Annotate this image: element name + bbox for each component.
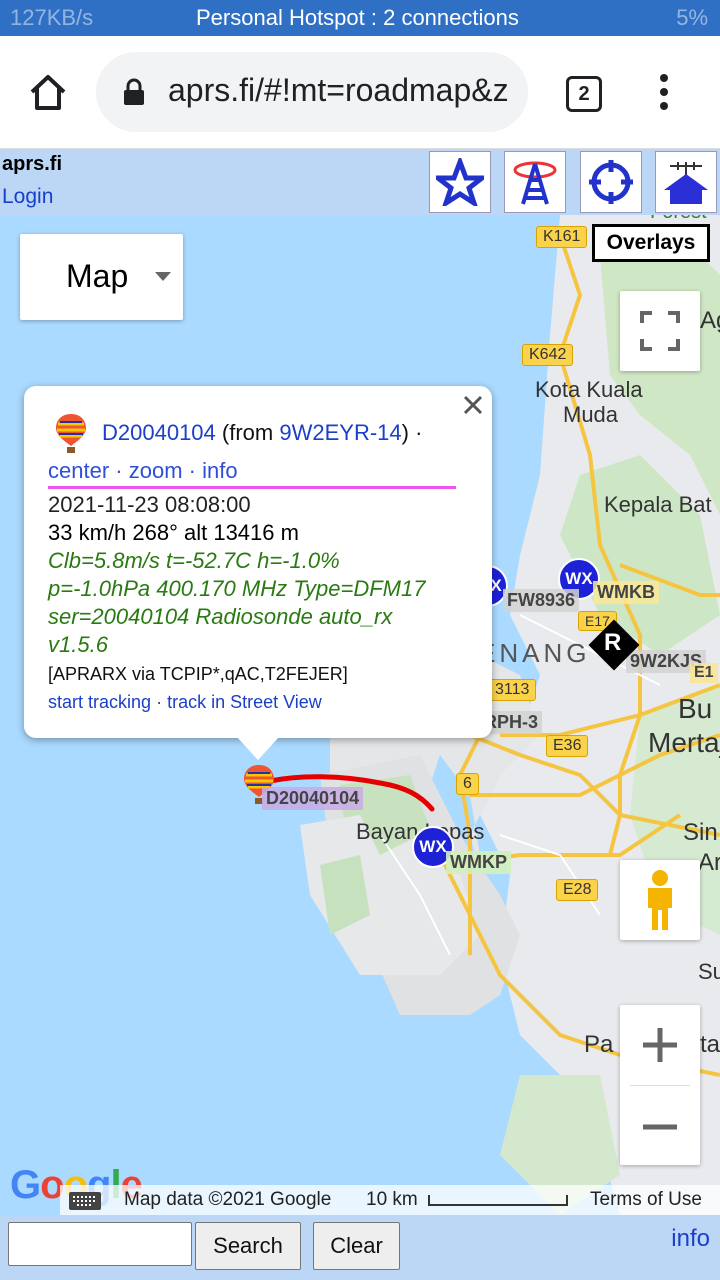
map-type-label: Map <box>66 258 129 294</box>
terms-link[interactable]: Terms of Use <box>590 1189 702 1211</box>
site-header: aprs.fi Login <box>0 149 720 215</box>
login-link[interactable]: Login <box>2 185 53 209</box>
station-info-popup: D20040104 (from 9W2EYR-14) · center · zo… <box>24 386 492 760</box>
street-view-link[interactable]: track in Street View <box>167 692 322 712</box>
favorites-button[interactable] <box>430 152 490 212</box>
place-label: Su <box>698 959 720 984</box>
speed-altitude: 33 km/h 268° alt 13416 m <box>48 520 299 545</box>
radio-tower-icon <box>513 161 557 205</box>
fullscreen-button[interactable] <box>620 291 700 371</box>
road-badge: E1 <box>690 663 718 683</box>
popup-links: center · zoom · info <box>48 458 238 484</box>
home-station-button[interactable] <box>656 152 716 212</box>
tracking-links: start tracking · track in Street View <box>48 692 322 713</box>
tab-count-button[interactable]: 2 <box>566 76 602 112</box>
site-title: aprs.fi <box>2 153 63 175</box>
hotspot-status: Personal Hotspot : 2 connections <box>196 5 519 30</box>
road-badge: 6 <box>456 773 479 795</box>
map-type-dropdown[interactable]: Map <box>20 234 183 320</box>
place-label: Sin <box>683 819 718 846</box>
road-badge: E28 <box>556 879 599 901</box>
place-label: ENANG <box>478 638 591 668</box>
fullscreen-icon <box>640 311 680 351</box>
zoom-controls <box>620 1005 700 1165</box>
pegman-icon <box>648 870 672 930</box>
place-label: Ar <box>698 849 720 876</box>
zoom-link[interactable]: zoom <box>129 458 183 483</box>
info-link[interactable]: info <box>202 458 237 483</box>
popup-divider <box>48 486 456 489</box>
digipeater-label: R <box>604 629 622 656</box>
popup-title-line: D20040104 (from 9W2EYR-14) · <box>102 420 422 446</box>
overlays-button[interactable]: Overlays <box>592 224 710 262</box>
road-badge: 3113 <box>488 679 537 701</box>
place-label: ta <box>700 1031 720 1058</box>
clear-button[interactable]: Clear <box>313 1222 400 1270</box>
address-bar[interactable]: aprs.fi/#!mt=roadmap&z <box>96 52 528 132</box>
place-label: Muda <box>563 402 619 427</box>
browser-toolbar: aprs.fi/#!mt=roadmap&z 2 <box>0 36 720 149</box>
place-label: Kepala Bat <box>604 492 712 517</box>
place-label: Pa <box>584 1031 614 1058</box>
plus-icon <box>643 1028 677 1062</box>
stations-button[interactable] <box>505 152 565 212</box>
info-link[interactable]: info <box>671 1225 710 1253</box>
link-separator: · <box>115 458 123 483</box>
zoom-in-button[interactable] <box>620 1005 700 1085</box>
station-callsign-link[interactable]: D20040104 <box>102 420 216 445</box>
url-text: aprs.fi/#!mt=roadmap&z <box>168 72 509 108</box>
center-link[interactable]: center <box>48 458 109 483</box>
road-badge: E36 <box>546 735 589 757</box>
station-callsign[interactable]: WMKP <box>446 851 511 874</box>
status-bar: 127KB/s Personal Hotspot : 2 connections… <box>0 0 720 36</box>
close-icon[interactable] <box>462 394 484 416</box>
source-callsign-link[interactable]: 9W2EYR-14 <box>279 420 401 445</box>
from-prefix: (from <box>221 420 280 445</box>
place-label: Kota Kuala <box>535 377 643 402</box>
house-antenna-icon <box>664 162 708 204</box>
lock-icon <box>124 78 144 105</box>
popup-pointer <box>236 736 280 760</box>
place-label: Bu <box>678 693 713 724</box>
search-button[interactable]: Search <box>195 1222 301 1270</box>
start-tracking-link[interactable]: start tracking <box>48 692 151 712</box>
road-badge: K642 <box>522 344 574 366</box>
from-suffix: ) · <box>401 420 423 445</box>
scale-label: 10 km <box>366 1189 418 1210</box>
keyboard-icon[interactable] <box>68 1191 102 1211</box>
link-separator: · <box>156 692 163 712</box>
balloon-icon <box>56 414 86 453</box>
crosshair-icon <box>589 160 633 204</box>
link-separator: · <box>188 458 196 483</box>
packet-path: [APRARX via TCPIP*,qAC,T2FEJER] <box>48 664 348 684</box>
map-attribution: Map data ©2021 Google <box>124 1189 332 1210</box>
street-view-pegman[interactable] <box>620 860 700 940</box>
road-badge: K161 <box>536 226 588 248</box>
home-icon[interactable] <box>28 72 68 112</box>
station-callsign[interactable]: FW8936 <box>503 589 580 612</box>
search-input[interactable] <box>8 1222 192 1266</box>
station-callsign[interactable]: WMKB <box>593 581 659 604</box>
balloon-callsign[interactable]: D20040104 <box>262 787 364 810</box>
zoom-out-button[interactable] <box>620 1085 700 1165</box>
comment-line: Clb=5.8m/s t=-52.7C h=-1.0% <box>48 548 340 573</box>
minus-icon <box>643 1124 677 1130</box>
timestamp: 2021-11-23 08:08:00 <box>48 492 251 517</box>
place-label: Forest <box>650 215 707 224</box>
place-label: Mertaj <box>648 727 720 758</box>
comment-line: p=-1.0hPa 400.170 MHz Type=DFM17 <box>48 576 426 601</box>
comment-line: ser=20040104 Radiosonde auto_rx <box>48 604 393 629</box>
battery-level: 5% <box>676 5 708 30</box>
scale-bar <box>428 1195 568 1206</box>
chevron-down-icon <box>155 272 171 281</box>
attribution-bar: Map data ©2021 Google 10 km Terms of Use <box>60 1185 720 1215</box>
star-icon <box>436 158 484 206</box>
locate-button[interactable] <box>581 152 641 212</box>
more-menu-icon[interactable] <box>654 74 674 110</box>
network-speed: 127KB/s <box>10 5 94 30</box>
comment-line: v1.5.6 <box>48 632 108 657</box>
place-label: Ag <box>700 307 720 334</box>
search-bar: Search Clear info <box>0 1215 720 1280</box>
